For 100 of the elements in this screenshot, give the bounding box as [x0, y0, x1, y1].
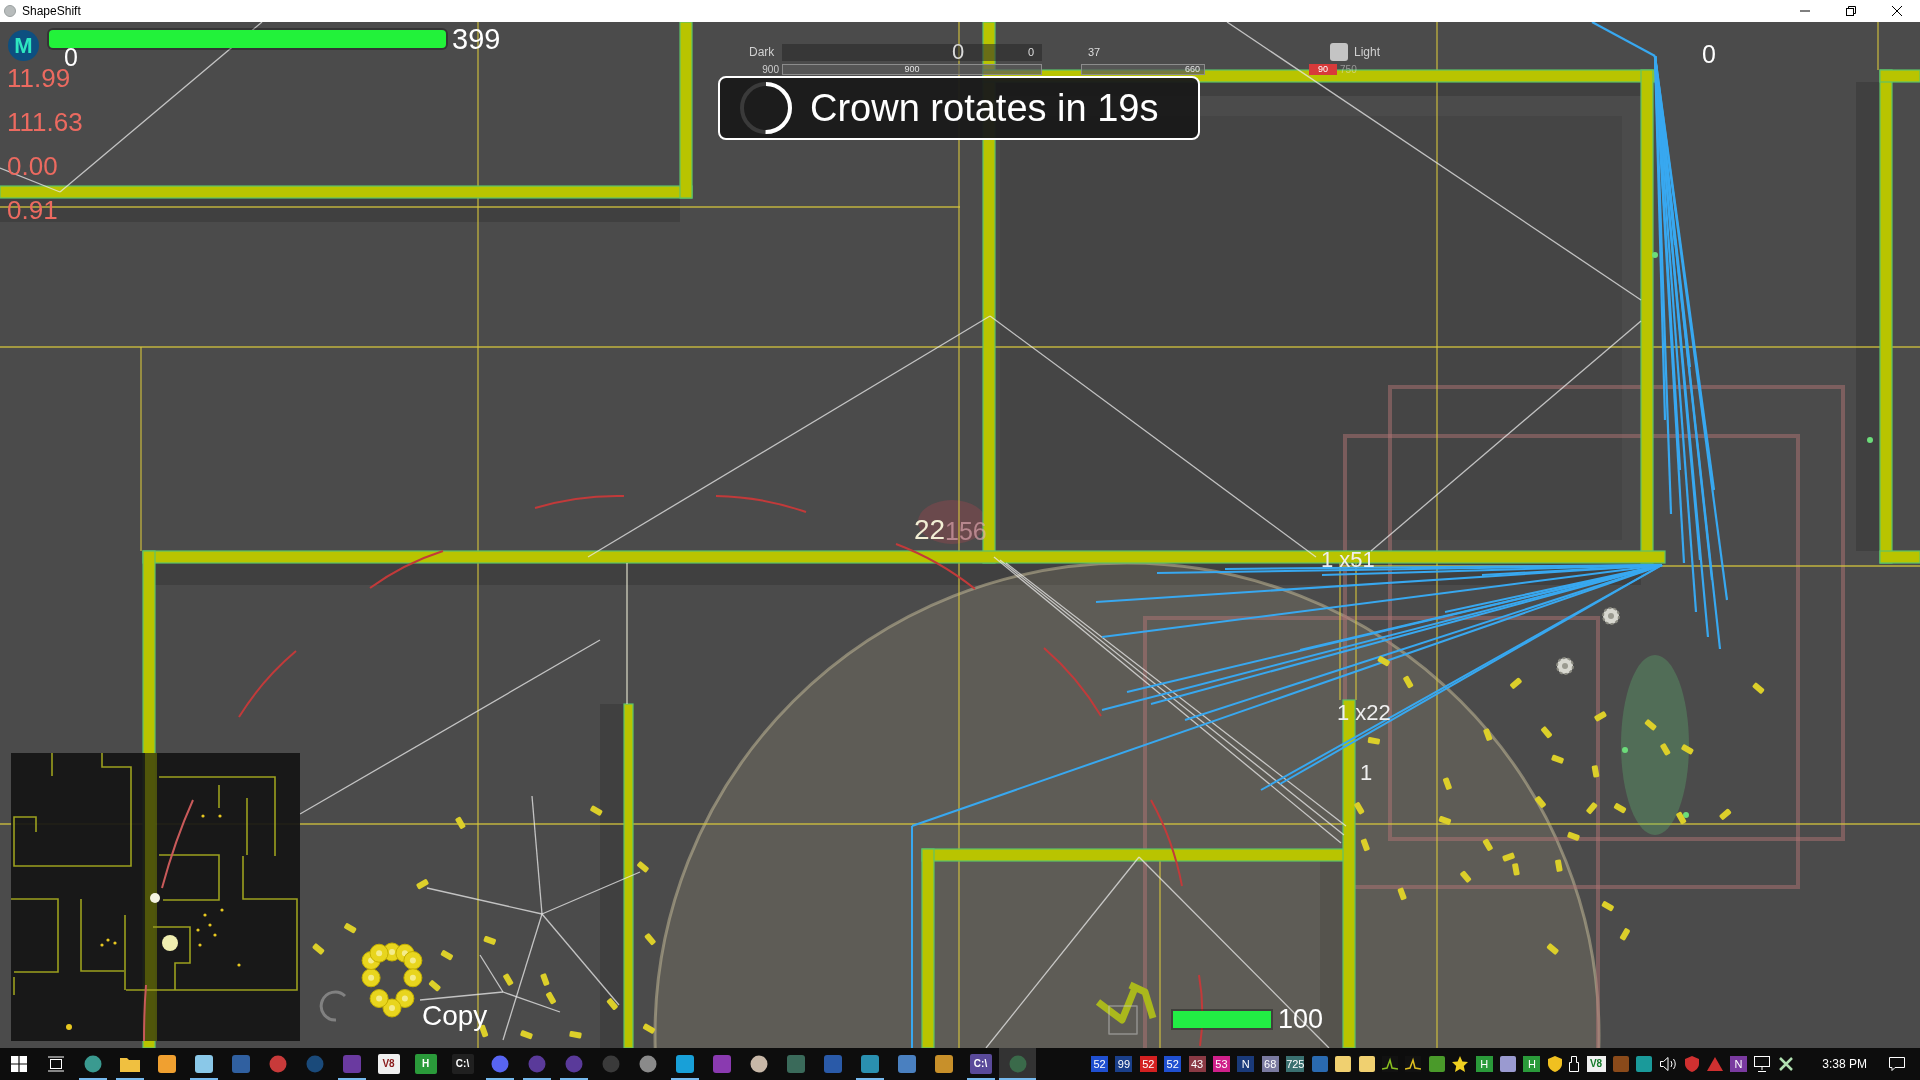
particle	[415, 878, 430, 890]
app-button[interactable]	[999, 1048, 1036, 1080]
team-value: 750	[1340, 64, 1357, 75]
stat-value: 111.63	[7, 109, 83, 135]
faint-arc	[319, 990, 346, 1022]
particle	[428, 979, 442, 992]
cog-marker	[1556, 657, 1574, 675]
particle	[644, 932, 657, 946]
app-button[interactable]: C:\	[444, 1048, 481, 1080]
particle	[1442, 777, 1453, 791]
team-value-bar: 900	[782, 64, 1042, 75]
particle	[454, 816, 466, 830]
tray-badge[interactable]: 52	[1164, 1056, 1182, 1072]
particle	[1554, 859, 1563, 873]
particle	[1353, 801, 1365, 815]
particle	[1402, 675, 1414, 689]
particle	[343, 922, 357, 934]
close-icon	[1892, 6, 1902, 16]
banner-text: Crown rotates in 19s	[810, 89, 1159, 127]
tray-badge[interactable]: 68	[1261, 1056, 1279, 1072]
glow-dot	[1683, 812, 1689, 818]
particle	[1644, 718, 1658, 732]
glow-dot	[1867, 437, 1873, 443]
particle	[545, 991, 557, 1005]
tray-badge[interactable]: 725	[1286, 1056, 1305, 1072]
clock-text[interactable]: 3:38 PM	[1822, 1057, 1867, 1071]
chevron-figure	[1095, 981, 1157, 1035]
particle	[1459, 870, 1472, 884]
grid-line	[1877, 22, 1879, 71]
arc-mark	[238, 650, 297, 718]
app-button[interactable]: V8	[370, 1048, 407, 1080]
particle	[1360, 838, 1371, 852]
team-score: 0	[1027, 46, 1034, 58]
speaker-icon	[1659, 1057, 1678, 1071]
particle	[636, 860, 650, 874]
stat-value: 0.00	[7, 153, 59, 179]
speech-bubble-icon	[1889, 1057, 1905, 1071]
particle	[1377, 655, 1391, 667]
app-button[interactable]: H	[407, 1048, 444, 1080]
team-marker-text: 0	[952, 41, 965, 63]
tray-badge[interactable]: 52	[1139, 1056, 1157, 1072]
tray-badge[interactable]: 43	[1188, 1056, 1206, 1072]
restore-icon	[1846, 6, 1856, 16]
team-value: 900	[761, 64, 780, 75]
glow-dot	[1622, 747, 1628, 753]
damage-number: 22	[914, 516, 946, 544]
particle	[589, 805, 603, 817]
particle	[1534, 795, 1547, 809]
tray-badge[interactable]: 99	[1115, 1056, 1133, 1072]
particle	[1593, 710, 1608, 722]
team-score: 37	[1088, 46, 1101, 58]
particle	[1680, 743, 1695, 755]
particle	[1751, 682, 1765, 695]
team-label: Light	[1353, 45, 1380, 59]
windows-logo-icon	[10, 1056, 27, 1072]
particle	[1438, 815, 1452, 826]
team-label: Dark	[749, 45, 776, 59]
arc-mark	[1043, 647, 1102, 717]
particle	[440, 949, 454, 961]
tray-app-tile[interactable]: V8	[1586, 1056, 1606, 1072]
particle	[1591, 764, 1600, 778]
particle	[1367, 736, 1381, 745]
tray-app-tile[interactable]: H	[1523, 1056, 1541, 1072]
particle	[1601, 900, 1615, 912]
tray-badge[interactable]: 53	[1212, 1056, 1230, 1072]
team-value-tag: 90	[1309, 64, 1337, 75]
particle	[1566, 831, 1581, 842]
task-view-icon	[46, 1056, 65, 1072]
glow-dot	[1652, 252, 1658, 258]
cog-marker	[1602, 607, 1620, 625]
particle	[606, 997, 619, 1011]
particle	[1718, 808, 1732, 821]
particle	[1675, 811, 1687, 825]
team-value-bar: 660	[1081, 64, 1205, 75]
plug-icon	[1569, 1056, 1580, 1072]
app-icon	[4, 5, 16, 17]
particle	[1540, 725, 1553, 739]
tray-app-tile[interactable]: N	[1729, 1056, 1747, 1072]
monitor-icon	[1754, 1056, 1771, 1072]
health-reading: 399	[452, 25, 501, 54]
particle	[311, 942, 325, 956]
score-text: 0	[1702, 42, 1716, 67]
particle	[1482, 728, 1493, 742]
particle	[1509, 677, 1523, 690]
tray-app-tile[interactable]: H	[1475, 1056, 1493, 1072]
particle	[483, 935, 497, 946]
particle	[519, 1029, 534, 1040]
count-label: 1	[1360, 762, 1373, 784]
particle	[1482, 838, 1494, 852]
particle	[1585, 801, 1598, 815]
particle	[642, 1023, 656, 1035]
tray-badge[interactable]: 52	[1091, 1056, 1108, 1072]
particle	[1550, 754, 1565, 765]
particle	[1397, 887, 1407, 901]
tray-badge[interactable]: N	[1237, 1056, 1255, 1072]
particle	[502, 972, 514, 987]
particle	[540, 972, 550, 987]
unit-name: Copy	[422, 1002, 488, 1030]
particle	[1546, 942, 1560, 956]
window-title: ShapeShift	[22, 4, 81, 18]
